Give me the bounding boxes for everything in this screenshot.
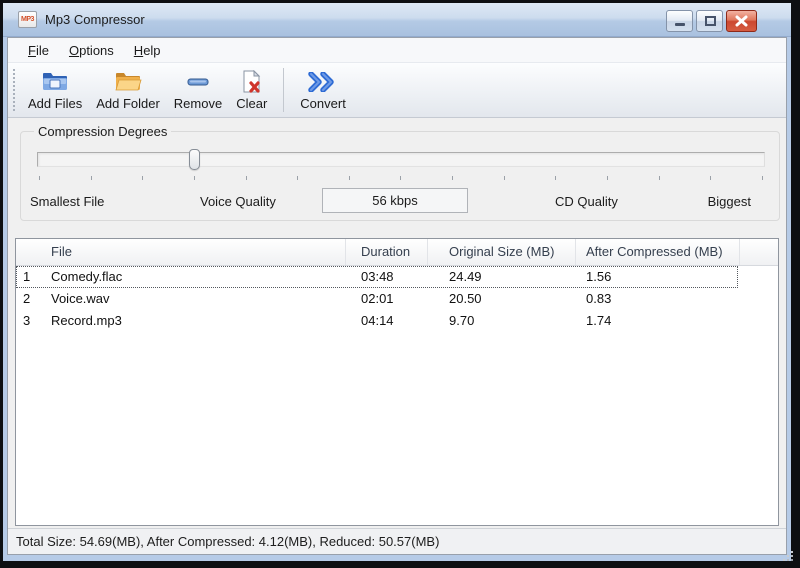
header-original-size[interactable]: Original Size (MB): [428, 239, 576, 265]
convert-icon: [308, 69, 338, 94]
convert-label: Convert: [300, 96, 346, 111]
convert-button[interactable]: Convert: [293, 65, 353, 115]
header-row-number: [16, 239, 43, 265]
clear-button[interactable]: Clear: [229, 65, 274, 115]
add-folder-button[interactable]: Add Folder: [89, 65, 167, 115]
slider-ticks: [39, 176, 763, 181]
toolbar-grip[interactable]: [13, 69, 15, 111]
remove-icon: [187, 69, 209, 94]
menubar: File Options Help: [8, 38, 786, 62]
file-list-header: File Duration Original Size (MB) After C…: [16, 239, 778, 266]
maximize-icon: [705, 16, 716, 26]
app-window: MP3 Mp3 Compressor File Options Help Add…: [0, 0, 800, 568]
header-file[interactable]: File: [43, 239, 346, 265]
close-button[interactable]: [726, 10, 757, 32]
slider-scale: Smallest File Voice Quality 56 kbps CD Q…: [21, 188, 779, 214]
remove-button[interactable]: Remove: [167, 65, 229, 115]
label-smallest-file: Smallest File: [30, 194, 105, 209]
add-folder-icon: [114, 69, 142, 94]
compression-slider-thumb[interactable]: [189, 149, 201, 170]
header-duration[interactable]: Duration: [346, 239, 428, 265]
clear-label: Clear: [236, 96, 268, 111]
compression-groupbox: Compression Degrees Smallest File Voice …: [20, 124, 780, 221]
add-folder-label: Add Folder: [96, 96, 160, 111]
menu-options[interactable]: Options: [59, 40, 124, 61]
bitrate-value: 56 kbps: [372, 193, 418, 208]
compression-slider[interactable]: [37, 149, 765, 170]
compression-group-label: Compression Degrees: [34, 124, 172, 139]
window-title: Mp3 Compressor: [45, 12, 145, 27]
menu-file[interactable]: File: [18, 40, 59, 61]
header-filler: [740, 239, 778, 265]
minimize-icon: [675, 23, 685, 26]
close-icon: [727, 11, 756, 31]
add-files-button[interactable]: Add Files: [21, 65, 89, 115]
menu-help[interactable]: Help: [124, 40, 171, 61]
add-files-icon: [41, 69, 69, 94]
workspace: Compression Degrees Smallest File Voice …: [8, 118, 786, 528]
file-list-body: 1 Comedy.flac 03:48 24.49 1.56 2 Voice.w…: [16, 266, 778, 525]
resize-grip-icon[interactable]: [781, 549, 783, 551]
header-after-compressed[interactable]: After Compressed (MB): [576, 239, 740, 265]
statusbar: Total Size: 54.69(MB), After Compressed:…: [8, 528, 786, 554]
label-voice-quality: Voice Quality: [200, 194, 276, 209]
file-list: File Duration Original Size (MB) After C…: [15, 238, 779, 526]
add-files-label: Add Files: [28, 96, 83, 111]
label-biggest: Biggest: [707, 194, 751, 209]
table-row[interactable]: 3 Record.mp3 04:14 9.70 1.74: [16, 310, 778, 332]
bitrate-value-box: 56 kbps: [322, 188, 468, 213]
table-row[interactable]: 2 Voice.wav 02:01 20.50 0.83: [16, 288, 778, 310]
minimize-button[interactable]: [666, 10, 693, 32]
label-cd-quality: CD Quality: [555, 194, 618, 209]
status-summary: Total Size: 54.69(MB), After Compressed:…: [16, 534, 440, 549]
toolbar-separator: [283, 68, 285, 112]
toolbar: Add Files Add Folder Remove Clear Conver…: [8, 62, 786, 118]
client-area: File Options Help Add Files Add Folder R…: [7, 37, 787, 555]
remove-label: Remove: [173, 96, 223, 111]
clear-icon: [241, 69, 263, 94]
table-row[interactable]: 1 Comedy.flac 03:48 24.49 1.56: [16, 266, 778, 288]
app-icon: MP3: [18, 11, 37, 28]
titlebar[interactable]: MP3 Mp3 Compressor: [3, 3, 791, 37]
maximize-button[interactable]: [696, 10, 723, 32]
